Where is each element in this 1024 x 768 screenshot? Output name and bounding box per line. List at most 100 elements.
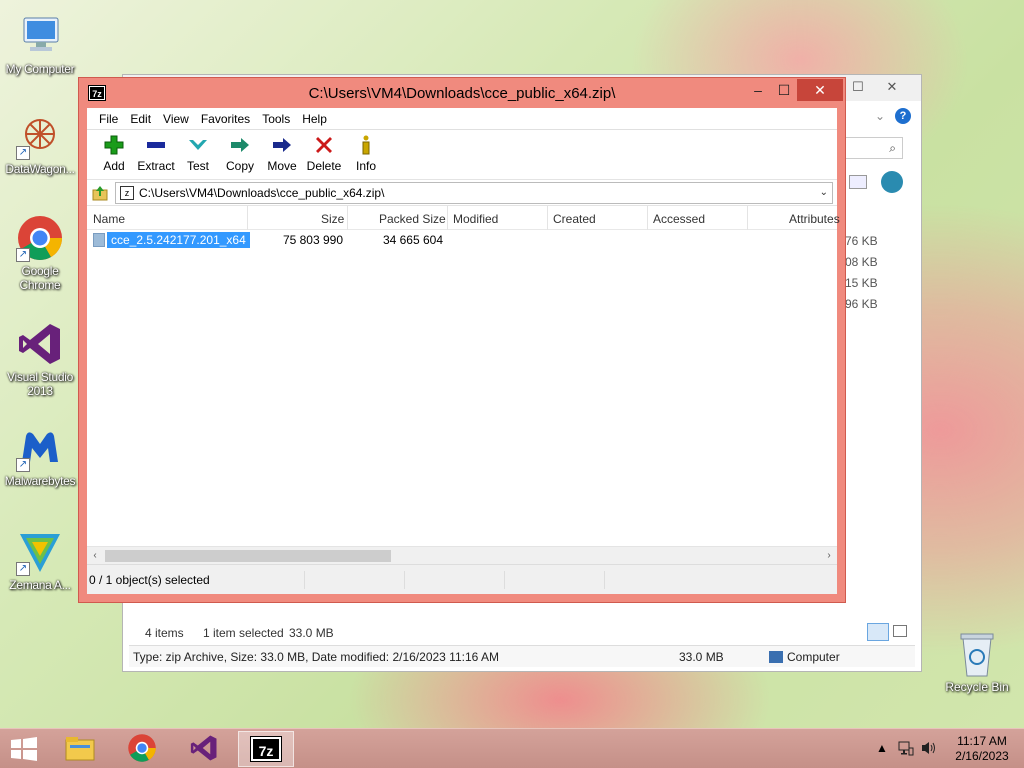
malwarebytes-icon: ↗ [16, 424, 64, 472]
table-row[interactable]: cce_2.5.242177.201_x64 75 803 990 34 665… [87, 230, 837, 250]
desktop-icon-malwarebytes[interactable]: ↗ Malwarebytes [0, 424, 80, 488]
selected-size: 33.0 MB [289, 626, 334, 640]
scroll-right-icon[interactable]: › [821, 548, 837, 564]
column-packed-size[interactable]: Packed Size [379, 212, 446, 226]
copy-label: Copy [225, 159, 254, 173]
visual-studio-icon [16, 320, 64, 368]
maximize-button[interactable]: ☐ [767, 79, 801, 101]
menu-tools[interactable]: Tools [256, 112, 296, 126]
shortcut-arrow-icon: ↗ [16, 458, 30, 472]
menu-view[interactable]: View [157, 112, 195, 126]
up-folder-icon[interactable] [91, 184, 109, 202]
scroll-left-icon[interactable]: ‹ [87, 548, 103, 564]
chevron-down-icon[interactable]: ⌄ [820, 187, 828, 198]
taskbar: 7z ▲ 11:17 AM 2/16/2023 [0, 728, 1024, 768]
desktop-icon-my-computer[interactable]: My Computer [0, 12, 80, 76]
menu-favorites[interactable]: Favorites [195, 112, 256, 126]
details-view-icon[interactable] [867, 623, 889, 641]
folder-icon [65, 735, 95, 764]
move-arrow-icon [270, 134, 294, 156]
help-icon[interactable]: ? [895, 108, 911, 124]
copy-button[interactable]: Copy [219, 130, 261, 179]
details-text: Type: zip Archive, Size: 33.0 MB, Date m… [133, 650, 499, 664]
info-label: Info [355, 159, 376, 173]
column-modified[interactable]: Modified [453, 212, 498, 226]
menu-help[interactable]: Help [296, 112, 333, 126]
desktop-icon-recycle-bin[interactable]: Recycle Bin [940, 630, 1014, 694]
volume-icon[interactable] [920, 740, 938, 768]
file-size: 75 803 990 [282, 233, 343, 247]
info-icon [354, 134, 378, 156]
column-created[interactable]: Created [553, 212, 596, 226]
recycle-bin-icon [957, 630, 997, 678]
datawagon-icon: ↗ [16, 112, 64, 160]
info-button[interactable]: Info [345, 130, 387, 179]
horizontal-scrollbar[interactable]: ‹ › [87, 546, 837, 564]
menu-bar: File Edit View Favorites Tools Help [87, 108, 837, 130]
network-icon[interactable] [898, 740, 914, 768]
computer-icon [16, 12, 64, 60]
explorer-status-bar: 4 items 1 item selected 33.0 MB [123, 623, 921, 643]
shortcut-arrow-icon: ↗ [16, 248, 30, 262]
explorer-maximize-button[interactable]: ☐ [845, 77, 871, 97]
windows-start-icon[interactable] [10, 737, 38, 761]
column-name[interactable]: Name [93, 212, 125, 226]
taskbar-clock[interactable]: 11:17 AM 2/16/2023 [944, 734, 1020, 764]
extract-button[interactable]: Extract [135, 130, 177, 179]
delete-button[interactable]: Delete [303, 130, 345, 179]
7zip-client-area: File Edit View Favorites Tools Help Add … [87, 108, 840, 594]
desktop-icon-label: Google Chrome [19, 264, 61, 292]
menu-file[interactable]: File [93, 112, 124, 126]
move-button[interactable]: Move [261, 130, 303, 179]
chrome-icon [127, 733, 157, 766]
7zip-title-bar: 7z C:\Users\VM4\Downloads\cce_public_x64… [79, 78, 845, 108]
chevron-down-icon[interactable]: ⌄ [875, 109, 885, 123]
explorer-close-button[interactable]: ✕ [879, 77, 905, 97]
desktop-icon-zemana[interactable]: ↗ Zemana A... [0, 528, 80, 592]
7zip-icon: 7z [250, 736, 282, 762]
details-size: 33.0 MB [679, 650, 724, 664]
add-button[interactable]: Add [93, 130, 135, 179]
file-icon [93, 233, 105, 247]
check-icon [186, 134, 210, 156]
7zip-window[interactable]: 7z C:\Users\VM4\Downloads\cce_public_x64… [78, 77, 846, 603]
selection-status: 0 / 1 object(s) selected [89, 571, 305, 589]
desktop-icon-label: My Computer [5, 62, 75, 76]
plus-icon [102, 134, 126, 156]
shortcut-arrow-icon: ↗ [16, 562, 30, 576]
address-input[interactable]: z C:\Users\VM4\Downloads\cce_public_x64.… [115, 181, 833, 204]
desktop-icon-google-chrome[interactable]: ↗ Google Chrome [0, 214, 80, 292]
scroll-thumb[interactable] [105, 550, 391, 562]
taskbar-file-explorer[interactable] [52, 731, 108, 767]
column-header: Name Size Packed Size Modified Created A… [87, 206, 840, 230]
desktop-icon-label: DataWagon... [5, 162, 75, 176]
details-location: Computer [787, 650, 840, 664]
clock-time: 11:17 AM [957, 734, 1007, 748]
desktop-icon-datawagon[interactable]: ↗ DataWagon... [0, 112, 80, 176]
extract-label: Extract [137, 159, 175, 173]
menu-edit[interactable]: Edit [124, 112, 157, 126]
test-button[interactable]: Test [177, 130, 219, 179]
taskbar-7zip[interactable]: 7z [238, 731, 294, 767]
explorer-search-icon[interactable]: ⌕ [845, 137, 903, 159]
add-label: Add [103, 159, 125, 173]
file-name[interactable]: cce_2.5.242177.201_x64 [107, 232, 250, 248]
preview-pane-icon[interactable] [849, 175, 867, 189]
explorer-size-column: 76 KB 08 KB 15 KB 96 KB [845, 231, 878, 315]
column-accessed[interactable]: Accessed [653, 212, 705, 226]
show-hidden-icons-icon[interactable]: ▲ [876, 741, 888, 768]
file-size: 15 KB [845, 276, 878, 290]
column-attributes[interactable]: Attributes [789, 212, 840, 226]
column-size[interactable]: Size [321, 212, 344, 226]
desktop-icon-label: Recycle Bin [945, 680, 1009, 694]
copy-arrow-icon [228, 134, 252, 156]
clock-date: 2/16/2023 [955, 749, 1009, 763]
large-icons-view-icon[interactable] [893, 625, 907, 637]
move-label: Move [267, 159, 297, 173]
taskbar-visual-studio[interactable] [176, 731, 232, 767]
visual-studio-icon [189, 733, 219, 766]
taskbar-google-chrome[interactable] [114, 731, 170, 767]
desktop-icon-visual-studio[interactable]: Visual Studio 2013 [0, 320, 80, 398]
close-button[interactable]: ✕ [797, 79, 843, 101]
window-title: C:\Users\VM4\Downloads\cce_public_x64.zi… [308, 85, 616, 102]
